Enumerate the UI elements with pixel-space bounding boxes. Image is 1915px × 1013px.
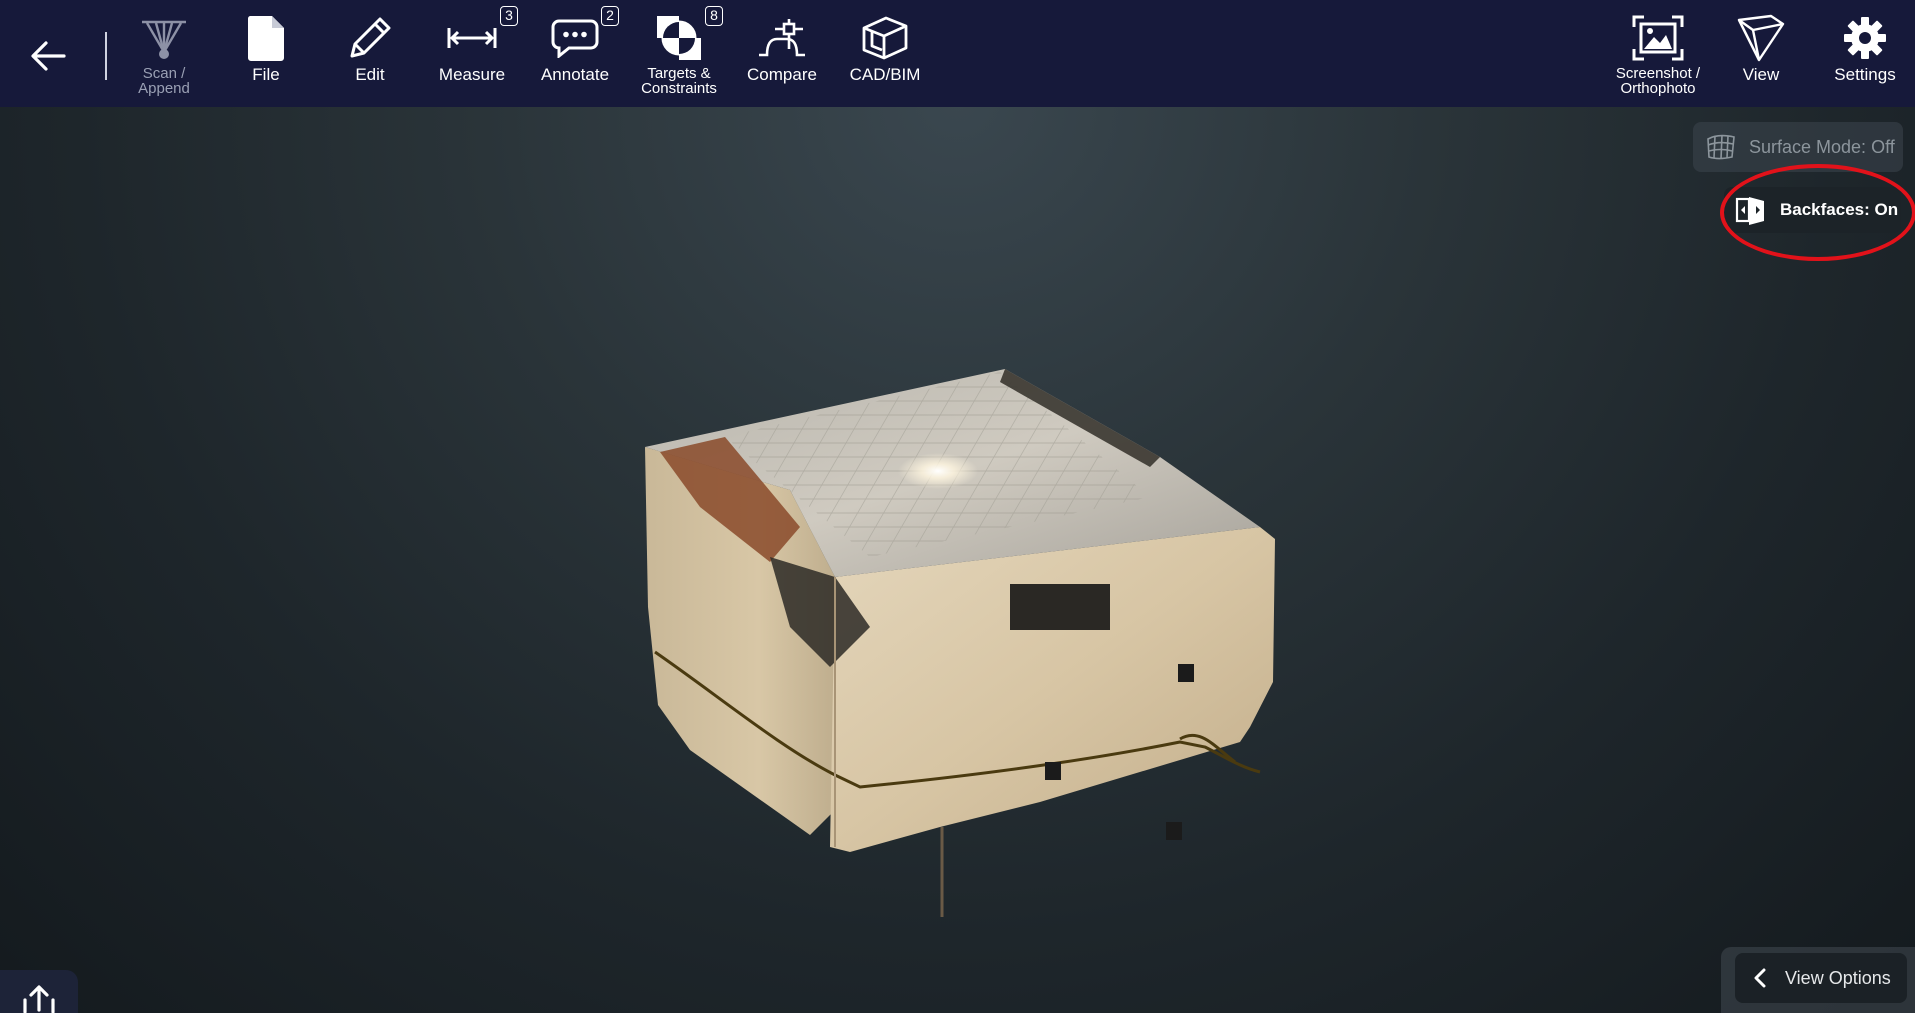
cad-bim-icon (862, 16, 908, 60)
box-window (1010, 584, 1110, 630)
surface-mode-toggle[interactable]: Surface Mode: Off (1693, 122, 1903, 172)
surface-mode-label: Surface Mode: Off (1749, 136, 1895, 157)
scanned-box-model[interactable] (0, 107, 1915, 1013)
pencil-icon (350, 17, 391, 58)
chevron-left-icon (1754, 968, 1766, 988)
toolbar-settings-label: Settings (1834, 65, 1896, 84)
toolbar-annotate[interactable]: 2 Annotate (535, 6, 619, 102)
target-marker (1166, 822, 1182, 840)
measure-count-badge: 3 (500, 6, 518, 26)
view-options-panel: View Options (1721, 947, 1915, 1013)
toolbar-file[interactable]: File (226, 10, 306, 102)
arrow-left-icon (31, 41, 66, 71)
scan-append-icon (142, 20, 186, 59)
share-button[interactable] (0, 970, 78, 1013)
toolbar-edit[interactable]: Edit (330, 10, 410, 102)
toolbar-view[interactable]: View (1721, 10, 1801, 102)
toolbar-measure-label: Measure (438, 65, 506, 84)
3d-viewport[interactable] (0, 107, 1915, 1013)
backfaces-toggle[interactable]: Backfaces: On (1724, 187, 1901, 233)
toolbar-compare-label: Compare (747, 65, 817, 84)
targets-count-badge: 8 (705, 6, 723, 26)
view-options-label: View Options (1785, 967, 1891, 988)
backfaces-label: Backfaces: On (1780, 200, 1899, 219)
measure-icon (447, 28, 497, 48)
toolbar-screenshot-label: Screenshot / Orthophoto (1615, 65, 1701, 97)
toolbar-view-label: View (1742, 65, 1780, 84)
toolbar-compare[interactable]: Compare (741, 10, 823, 102)
toolbar-divider (105, 32, 107, 80)
annotate-count-badge: 2 (601, 6, 619, 26)
view-cube-icon (1737, 14, 1785, 62)
target-icon (657, 16, 701, 60)
toolbar-screenshot-orthophoto[interactable]: Screenshot / Orthophoto (1608, 10, 1708, 102)
compare-icon (759, 19, 805, 57)
share-icon (23, 985, 55, 1013)
scan-viewer-app: Scan / Append File Edit 3 Measure 2 Anno… (0, 0, 1915, 1013)
box-front-face (830, 527, 1275, 852)
annotate-icon (551, 19, 599, 58)
gear-icon (1844, 17, 1886, 59)
toolbar-cad-bim[interactable]: CAD/BIM (843, 10, 927, 102)
toolbar-scan-append-label: Scan / Append (138, 65, 190, 97)
toolbar-edit-label: Edit (355, 65, 385, 84)
target-marker (1178, 664, 1194, 682)
toolbar-scan-append[interactable]: Scan / Append (124, 10, 204, 102)
toolbar-annotate-label: Annotate (540, 65, 610, 84)
toolbar-cad-bim-label: CAD/BIM (849, 65, 921, 84)
toolbar-file-label: File (252, 65, 280, 84)
view-options-button[interactable]: View Options (1735, 953, 1907, 1003)
toolbar-targets-label: Targets & Constraints (641, 65, 717, 97)
toolbar-targets-constraints[interactable]: 8 Targets & Constraints (629, 6, 729, 102)
surface-mesh-icon (1707, 134, 1735, 160)
back-button[interactable] (22, 30, 74, 82)
screenshot-icon (1632, 15, 1684, 61)
file-icon (247, 16, 284, 61)
target-marker (1045, 762, 1061, 780)
backfaces-icon (1735, 197, 1764, 225)
main-toolbar: Scan / Append File Edit 3 Measure 2 Anno… (0, 0, 1915, 107)
toolbar-settings[interactable]: Settings (1820, 10, 1910, 102)
toolbar-measure[interactable]: 3 Measure (432, 6, 518, 102)
